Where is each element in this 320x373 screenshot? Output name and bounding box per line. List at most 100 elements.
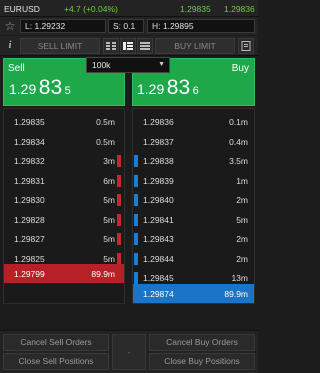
ask-book-row[interactable]: 1.29841 5m bbox=[133, 210, 254, 229]
high-value: H: 1.29895 bbox=[147, 19, 255, 33]
bid-row-volume: 5m bbox=[103, 234, 115, 244]
sell-price-pip: 5 bbox=[64, 85, 71, 97]
ask-book-row[interactable]: 1.29838 3.5m bbox=[133, 151, 254, 170]
ask-row-volume: 2m bbox=[236, 195, 248, 205]
bid-row-volume: 0.5m bbox=[96, 117, 115, 127]
bid-book-row[interactable]: 1.29834 0.5m bbox=[4, 132, 124, 151]
spread-value: S: 0.1 bbox=[108, 19, 144, 33]
ask-row-volume: 2m bbox=[236, 234, 248, 244]
notes-icon[interactable] bbox=[238, 38, 254, 54]
bid-row-price: 1.29834 bbox=[14, 136, 45, 147]
ask-row-volume: 1m bbox=[236, 175, 248, 186]
ask-book-row[interactable]: 1.29836 0.1m bbox=[133, 112, 254, 131]
ask-row-volume: 3.5m bbox=[229, 156, 248, 166]
bid-depth-bar bbox=[117, 233, 121, 245]
close-sell-positions-button[interactable]: Close Sell Positions bbox=[3, 353, 109, 370]
buy-price-big: 83 bbox=[166, 76, 191, 99]
bid-row-price: 1.29830 bbox=[14, 195, 45, 205]
bid-row-price: 1.29827 bbox=[14, 234, 45, 244]
ask-row-price: 1.29844 bbox=[143, 253, 174, 264]
bid-book-row[interactable]: 1.29832 3m bbox=[4, 151, 124, 170]
header-ask-price: 1.29836 bbox=[224, 4, 255, 14]
bid-row-volume: 89.9m bbox=[91, 269, 115, 279]
ask-depth-bar bbox=[134, 272, 138, 284]
ask-row-volume: 0.1m bbox=[229, 117, 248, 127]
ask-book-row[interactable]: 1.29844 2m bbox=[133, 249, 254, 268]
middle-button[interactable]: - bbox=[112, 334, 146, 370]
ask-book-row[interactable]: 1.29837 0.4m bbox=[133, 132, 254, 151]
bid-row-price: 1.29832 bbox=[14, 156, 45, 166]
bid-row-volume: 5m bbox=[103, 214, 115, 225]
bid-row-price: 1.29825 bbox=[14, 253, 45, 264]
cancel-sell-orders-button[interactable]: Cancel Sell Orders bbox=[3, 334, 109, 351]
ask-depth-bar bbox=[134, 233, 138, 245]
bid-row-volume: 0.5m bbox=[96, 136, 115, 147]
ask-row-price: 1.29838 bbox=[143, 156, 174, 166]
ask-depth-bar bbox=[134, 213, 138, 226]
grid-view-icon[interactable] bbox=[103, 38, 119, 54]
ask-book-row[interactable]: 1.29840 2m bbox=[133, 190, 254, 209]
cancel-buy-orders-button[interactable]: Cancel Buy Orders bbox=[149, 334, 255, 351]
buy-price-pip: 6 bbox=[192, 85, 199, 97]
bid-row-volume: 6m bbox=[103, 175, 115, 186]
ask-row-volume: 89.9m bbox=[224, 289, 248, 299]
ask-book-row[interactable]: 1.29843 2m bbox=[133, 229, 254, 248]
sell-label: Sell bbox=[8, 63, 25, 74]
ask-row-price: 1.29874 bbox=[143, 289, 174, 299]
bid-row-price: 1.29828 bbox=[14, 214, 45, 225]
ask-depth-bar bbox=[134, 155, 138, 167]
order-actions: Cancel Sell Orders - Cancel Buy Orders C… bbox=[0, 330, 258, 373]
bid-row-volume: 5m bbox=[103, 195, 115, 205]
bid-depth-bar bbox=[117, 194, 121, 206]
buy-limit-button[interactable]: BUY LIMIT bbox=[155, 38, 235, 54]
sell-limit-button[interactable]: SELL LIMIT bbox=[20, 38, 100, 54]
star-icon[interactable]: ☆ bbox=[3, 19, 17, 33]
ask-row-volume: 2m bbox=[236, 253, 248, 264]
stats-row: ☆ L: 1.29232 S: 0.1 H: 1.29895 bbox=[0, 17, 258, 35]
bid-book-row[interactable]: 1.29835 0.5m bbox=[4, 112, 124, 131]
bid-depth-bar bbox=[117, 213, 121, 226]
sell-price-big: 83 bbox=[38, 76, 63, 99]
header-bid-price: 1.29835 bbox=[180, 4, 211, 14]
quantity-select[interactable]: 100k ▼ bbox=[86, 57, 170, 73]
sell-price: 1.29 83 5 bbox=[9, 77, 71, 99]
bid-book-row[interactable]: 1.29830 5m bbox=[4, 190, 124, 209]
bid-row-price: 1.29831 bbox=[14, 175, 45, 186]
bid-book: 1.29835 0.5m 1.29834 0.5m 1.29832 3m 1.29831 6m… bbox=[3, 108, 125, 304]
bid-depth-bar bbox=[117, 155, 121, 167]
symbol-name: EURUSD bbox=[4, 4, 40, 14]
ask-row-price: 1.29837 bbox=[143, 136, 174, 147]
list-view-icon[interactable] bbox=[137, 38, 153, 54]
buy-price: 1.29 83 6 bbox=[137, 77, 199, 99]
ask-book-row[interactable]: 1.29874 89.9m bbox=[133, 284, 254, 303]
ask-depth-bar bbox=[134, 194, 138, 206]
ask-row-price: 1.29836 bbox=[143, 117, 174, 127]
info-icon[interactable]: i bbox=[3, 39, 17, 53]
sell-price-prefix: 1.29 bbox=[9, 81, 37, 97]
buy-price-prefix: 1.29 bbox=[137, 81, 165, 97]
bid-book-row[interactable]: 1.29831 6m bbox=[4, 171, 124, 190]
ask-depth-bar bbox=[134, 252, 138, 265]
ask-depth-bar bbox=[134, 174, 138, 187]
buy-label: Buy bbox=[231, 63, 249, 74]
bid-book-row[interactable]: 1.29827 5m bbox=[4, 229, 124, 248]
ask-row-volume: 13m bbox=[231, 273, 248, 283]
bid-book-row[interactable]: 1.29828 5m bbox=[4, 210, 124, 229]
chevron-down-icon: ▼ bbox=[158, 61, 165, 68]
ask-row-volume: 0.4m bbox=[229, 136, 248, 147]
bid-row-volume: 5m bbox=[103, 253, 115, 264]
bid-depth-bar bbox=[117, 174, 121, 187]
bid-row-price: 1.29799 bbox=[14, 269, 45, 279]
ask-row-price: 1.29839 bbox=[143, 175, 174, 186]
bid-row-price: 1.29835 bbox=[14, 117, 45, 127]
ladder-view-icon[interactable] bbox=[120, 38, 136, 54]
bid-depth-bar bbox=[117, 252, 121, 265]
ask-row-price: 1.29841 bbox=[143, 214, 174, 225]
ask-row-volume: 5m bbox=[236, 214, 248, 225]
title-bar: EURUSD +4.7 (+0.04%) 1.29835 1.29836 bbox=[0, 0, 258, 17]
toolbar: i SELL LIMIT BUY LIMIT bbox=[0, 36, 258, 56]
bid-book-row[interactable]: 1.29799 89.9m bbox=[4, 264, 124, 283]
bid-row-volume: 3m bbox=[103, 156, 115, 166]
close-buy-positions-button[interactable]: Close Buy Positions bbox=[149, 353, 255, 370]
ask-book-row[interactable]: 1.29839 1m bbox=[133, 171, 254, 190]
